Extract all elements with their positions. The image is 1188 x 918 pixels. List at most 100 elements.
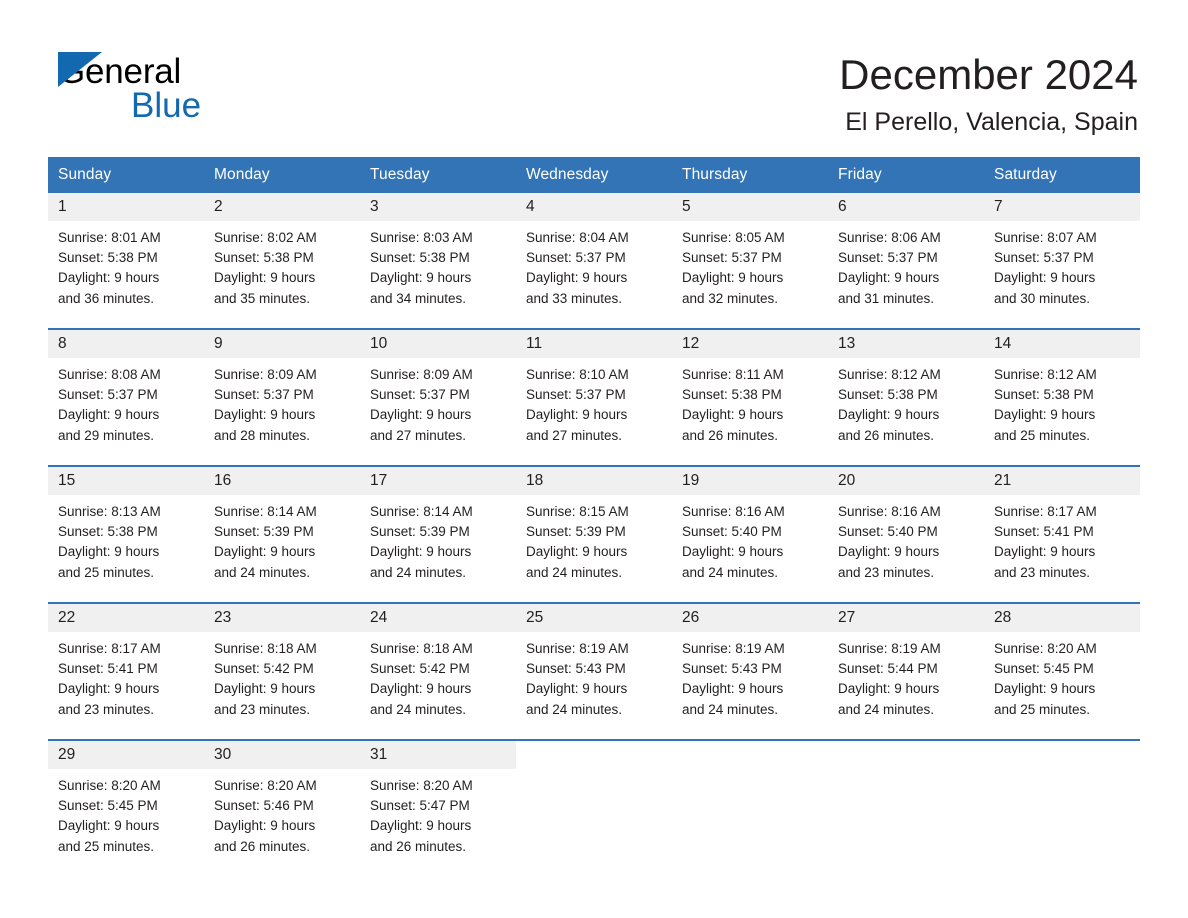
calendar-day-cell[interactable]: 19 Sunrise: 8:16 AM Sunset: 5:40 PM Dayligh… (672, 465, 828, 603)
sunrise-line: Sunrise: 8:08 AM (58, 367, 161, 382)
day-cell-content: 9 Sunrise: 8:09 AM Sunset: 5:37 PM Daylight… (204, 330, 360, 465)
generalblue-logo[interactable]: General Blue (58, 52, 378, 130)
calendar-day-cell[interactable]: 5 Sunrise: 8:05 AM Sunset: 5:37 PM Daylight… (672, 193, 828, 329)
sunset-line: Sunset: 5:43 PM (526, 661, 626, 677)
calendar-page: General Blue December 2024 El Perello, V… (0, 0, 1188, 918)
day-number: 26 (682, 609, 700, 626)
daylight-line-1: Daylight: 9 hours (526, 681, 628, 697)
sunset-line: Sunset: 5:38 PM (214, 250, 314, 266)
day-number: 31 (370, 746, 388, 763)
calendar-day-cell[interactable]: 26 Sunrise: 8:19 AM Sunset: 5:43 PM Dayligh… (672, 602, 828, 740)
day-cell-content: 18 Sunrise: 8:15 AM Sunset: 5:39 PM Dayligh… (516, 467, 672, 602)
daylight-line-1: Daylight: 9 hours (58, 818, 160, 834)
day-number: 4 (526, 198, 535, 215)
sunset-line: Sunset: 5:38 PM (58, 250, 158, 266)
calendar-day-cell[interactable]: 20 Sunrise: 8:16 AM Sunset: 5:40 PM Dayligh… (828, 465, 984, 603)
day-number-band: 10 (360, 330, 516, 358)
calendar-day-cell[interactable]: 13 Sunrise: 8:12 AM Sunset: 5:38 PM Dayligh… (828, 328, 984, 466)
calendar-day-cell[interactable]: 24 Sunrise: 8:18 AM Sunset: 5:42 PM Dayligh… (360, 602, 516, 740)
day-number: 5 (682, 198, 691, 215)
day-number: 3 (370, 198, 379, 215)
sunset-line: Sunset: 5:43 PM (682, 661, 782, 677)
day-cell-content: 31 Sunrise: 8:20 AM Sunset: 5:47 PM Dayligh… (360, 741, 516, 876)
calendar-day-cell[interactable]: 12 Sunrise: 8:11 AM Sunset: 5:38 PM Dayligh… (672, 328, 828, 466)
day-number: 11 (526, 335, 543, 352)
daylight-line-1: Daylight: 9 hours (214, 544, 316, 560)
day-cell-content (516, 741, 672, 876)
daylight-line-1: Daylight: 9 hours (682, 407, 784, 423)
day-cell-content: 22 Sunrise: 8:17 AM Sunset: 5:41 PM Dayligh… (48, 604, 204, 739)
day-cell-content (828, 741, 984, 876)
calendar-day-cell[interactable]: 6 Sunrise: 8:06 AM Sunset: 5:37 PM Daylight… (828, 193, 984, 329)
day-number-band: 4 (516, 193, 672, 221)
calendar-day-cell[interactable]: 23 Sunrise: 8:18 AM Sunset: 5:42 PM Dayligh… (204, 602, 360, 740)
sunrise-line: Sunrise: 8:20 AM (370, 778, 473, 793)
calendar-day-cell[interactable]: 11 Sunrise: 8:10 AM Sunset: 5:37 PM Dayligh… (516, 328, 672, 466)
daylight-line-2: and 26 minutes. (370, 838, 467, 854)
daylight-line-1: Daylight: 9 hours (682, 270, 784, 286)
day-number: 21 (994, 472, 1012, 489)
day-cell-content: 11 Sunrise: 8:10 AM Sunset: 5:37 PM Dayligh… (516, 330, 672, 465)
calendar-day-cell[interactable]: 17 Sunrise: 8:14 AM Sunset: 5:39 PM Dayligh… (360, 465, 516, 603)
sunrise-line: Sunrise: 8:16 AM (682, 504, 785, 519)
sunset-line: Sunset: 5:37 PM (994, 250, 1094, 266)
day-cell-content (984, 741, 1140, 876)
day-detail-block: Sunrise: 8:18 AM Sunset: 5:42 PM Daylight:… (204, 632, 360, 720)
calendar-table: Sunday Monday Tuesday Wednesday Thursday Frid… (48, 157, 1140, 876)
calendar-day-cell[interactable]: 15 Sunrise: 8:13 AM Sunset: 5:38 PM Dayligh… (48, 465, 204, 603)
calendar-day-cell[interactable]: 8 Sunrise: 8:08 AM Sunset: 5:37 PM Daylight… (48, 328, 204, 466)
day-detail-block: Sunrise: 8:15 AM Sunset: 5:39 PM Daylight:… (516, 495, 672, 583)
calendar-day-cell[interactable]: 27 Sunrise: 8:19 AM Sunset: 5:44 PM Dayligh… (828, 602, 984, 740)
sunrise-line: Sunrise: 8:18 AM (370, 641, 473, 656)
daylight-line-2: and 26 minutes. (214, 838, 311, 854)
day-number-band: 22 (48, 604, 204, 632)
daylight-line-2: and 30 minutes. (994, 290, 1091, 306)
daylight-line-2: and 26 minutes. (838, 427, 935, 443)
day-detail-block (828, 769, 984, 776)
weekday-header-saturday: Saturday (984, 157, 1140, 193)
day-cell-content: 1 Sunrise: 8:01 AM Sunset: 5:38 PM Daylight… (48, 193, 204, 328)
calendar-day-cell[interactable]: 10 Sunrise: 8:09 AM Sunset: 5:37 PM Dayligh… (360, 328, 516, 466)
calendar-day-cell[interactable]: 9 Sunrise: 8:09 AM Sunset: 5:37 PM Daylight… (204, 328, 360, 466)
day-number-band (516, 741, 672, 769)
calendar-day-cell[interactable]: 14 Sunrise: 8:12 AM Sunset: 5:38 PM Dayligh… (984, 328, 1140, 466)
calendar-day-cell[interactable]: 21 Sunrise: 8:17 AM Sunset: 5:41 PM Dayligh… (984, 465, 1140, 603)
day-cell-content: 28 Sunrise: 8:20 AM Sunset: 5:45 PM Dayligh… (984, 604, 1140, 739)
calendar-day-cell[interactable]: 7 Sunrise: 8:07 AM Sunset: 5:37 PM Daylight… (984, 193, 1140, 329)
day-number: 18 (526, 472, 544, 489)
calendar-day-cell[interactable]: 31 Sunrise: 8:20 AM Sunset: 5:47 PM Dayligh… (360, 739, 516, 876)
day-detail-block (672, 769, 828, 776)
daylight-line-2: and 23 minutes. (214, 701, 311, 717)
calendar-day-cell[interactable]: 2 Sunrise: 8:02 AM Sunset: 5:38 PM Daylight… (204, 193, 360, 329)
calendar-day-cell-empty (984, 739, 1140, 876)
daylight-line-1: Daylight: 9 hours (994, 681, 1096, 697)
daylight-line-2: and 24 minutes. (370, 564, 467, 580)
daylight-line-1: Daylight: 9 hours (214, 818, 316, 834)
daylight-line-1: Daylight: 9 hours (994, 407, 1096, 423)
daylight-line-1: Daylight: 9 hours (58, 407, 160, 423)
calendar-day-cell[interactable]: 29 Sunrise: 8:20 AM Sunset: 5:45 PM Dayligh… (48, 739, 204, 876)
calendar-day-cell[interactable]: 3 Sunrise: 8:03 AM Sunset: 5:38 PM Daylight… (360, 193, 516, 329)
calendar-day-cell[interactable]: 16 Sunrise: 8:14 AM Sunset: 5:39 PM Dayligh… (204, 465, 360, 603)
day-cell-content (672, 741, 828, 876)
calendar-day-cell[interactable]: 22 Sunrise: 8:17 AM Sunset: 5:41 PM Dayligh… (48, 602, 204, 740)
daylight-line-2: and 25 minutes. (994, 701, 1091, 717)
calendar-day-cell-empty (828, 739, 984, 876)
day-cell-content: 6 Sunrise: 8:06 AM Sunset: 5:37 PM Daylight… (828, 193, 984, 328)
weekday-header-wednesday: Wednesday (516, 157, 672, 193)
calendar-day-cell[interactable]: 30 Sunrise: 8:20 AM Sunset: 5:46 PM Dayligh… (204, 739, 360, 876)
day-detail-block: Sunrise: 8:08 AM Sunset: 5:37 PM Daylight:… (48, 358, 204, 446)
calendar-day-cell[interactable]: 4 Sunrise: 8:04 AM Sunset: 5:37 PM Daylight… (516, 193, 672, 329)
calendar-day-cell[interactable]: 28 Sunrise: 8:20 AM Sunset: 5:45 PM Dayligh… (984, 602, 1140, 740)
day-number-band: 26 (672, 604, 828, 632)
day-detail-block: Sunrise: 8:18 AM Sunset: 5:42 PM Daylight:… (360, 632, 516, 720)
calendar-day-cell[interactable]: 18 Sunrise: 8:15 AM Sunset: 5:39 PM Dayligh… (516, 465, 672, 603)
day-number-band: 2 (204, 193, 360, 221)
calendar-day-cell[interactable]: 25 Sunrise: 8:19 AM Sunset: 5:43 PM Dayligh… (516, 602, 672, 740)
day-detail-block: Sunrise: 8:20 AM Sunset: 5:45 PM Daylight:… (48, 769, 204, 857)
day-number: 28 (994, 609, 1012, 626)
sunset-line: Sunset: 5:37 PM (838, 250, 938, 266)
sunset-line: Sunset: 5:38 PM (58, 524, 158, 540)
daylight-line-2: and 24 minutes. (214, 564, 311, 580)
calendar-day-cell[interactable]: 1 Sunrise: 8:01 AM Sunset: 5:38 PM Daylight… (48, 193, 204, 329)
